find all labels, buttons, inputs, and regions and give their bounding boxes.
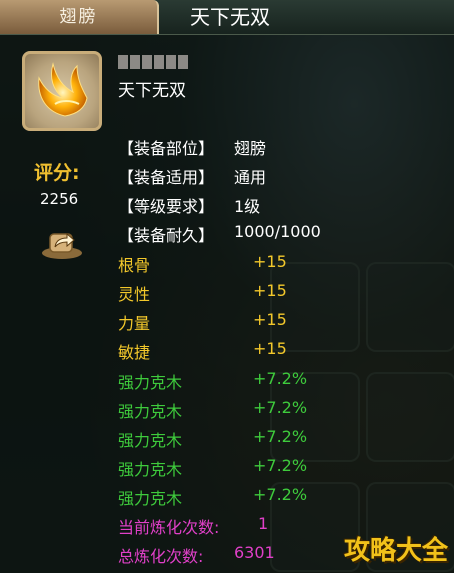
quality-pip [154,55,164,69]
bonus-stat-name: 强力克木 [118,402,183,421]
refine-current-value: 1 [258,514,269,533]
score-value: 2256 [40,190,79,208]
stat-value: +15 [253,339,287,358]
bonus-stat-value: +7.2% [253,369,308,388]
stat-value: +15 [253,252,287,271]
quality-pip [142,55,152,69]
stat-name: 灵性 [118,285,151,304]
info-value: 翅膀 [234,139,267,158]
info-row-slot: 【装备部位】 翅膀 [118,135,266,159]
tooltip-title: 天下无双 [190,5,270,29]
bonus-stat-name: 强力克木 [118,489,183,508]
quality-pip [130,55,140,69]
stat-row: 敏捷 +15 [118,339,287,363]
info-value: 通用 [234,168,267,187]
info-key: 【装备耐久】 [118,226,215,245]
stat-row: 力量 +15 [118,310,287,334]
item-icon-frame [22,51,102,131]
quality-pips [118,55,188,69]
bonus-stat-row: 强力克木 +7.2% [118,456,307,480]
bonus-stat-row: 强力克木 +7.2% [118,398,307,422]
info-key: 【等级要求】 [118,197,215,216]
info-row-durability: 【装备耐久】 1000/1000 [118,222,321,246]
tab-wings[interactable]: 翅膀 [0,0,159,34]
info-row-applicable: 【装备适用】 通用 [118,164,266,188]
info-key: 【装备适用】 [118,168,215,187]
bonus-stat-row: 强力克木 +7.2% [118,427,307,451]
stat-row: 根骨 +15 [118,252,287,276]
share-button[interactable] [40,226,84,260]
share-icon [42,232,82,259]
stat-row: 灵性 +15 [118,281,287,305]
stat-name: 力量 [118,314,151,333]
info-value: 1级 [234,197,261,216]
stat-name: 敏捷 [118,343,151,362]
bonus-stat-value: +7.2% [253,456,308,475]
stat-value: +15 [253,310,287,329]
bonus-stat-row: 强力克木 +7.2% [118,485,307,509]
bonus-stat-value: +7.2% [253,398,308,417]
refine-total-row: 总炼化次数: 6301 [118,543,275,567]
item-tooltip-panel: 翅膀 天下无双 天下无双 评分: 2256 【装备部位】 翅膀 【装备适用】 通… [0,0,454,573]
bonus-stat-value: +7.2% [253,427,308,446]
info-row-level: 【等级要求】 1级 [118,193,260,217]
quality-pip [118,55,128,69]
quality-pip [178,55,188,69]
refine-total-label: 总炼化次数: [118,547,204,566]
bonus-stat-row: 强力克木 +7.2% [118,369,307,393]
refine-current-label: 当前炼化次数: [118,518,220,537]
refine-current-row: 当前炼化次数: 1 [118,514,268,538]
score-label: 评分: [34,162,80,184]
wing-icon [38,62,88,117]
watermark-logo: 攻略大全 [343,536,448,566]
bonus-stat-name: 强力克木 [118,460,183,479]
bonus-stat-value: +7.2% [253,485,308,504]
bonus-stat-name: 强力克木 [118,373,183,392]
refine-total-value: 6301 [234,543,275,562]
stat-value: +15 [253,281,287,300]
tooltip-header: 翅膀 天下无双 [0,0,454,35]
info-key: 【装备部位】 [118,139,215,158]
item-name: 天下无双 [118,81,186,101]
info-value: 1000/1000 [234,222,321,241]
quality-pip [166,55,176,69]
bonus-stat-name: 强力克木 [118,431,183,450]
stat-name: 根骨 [118,256,151,275]
